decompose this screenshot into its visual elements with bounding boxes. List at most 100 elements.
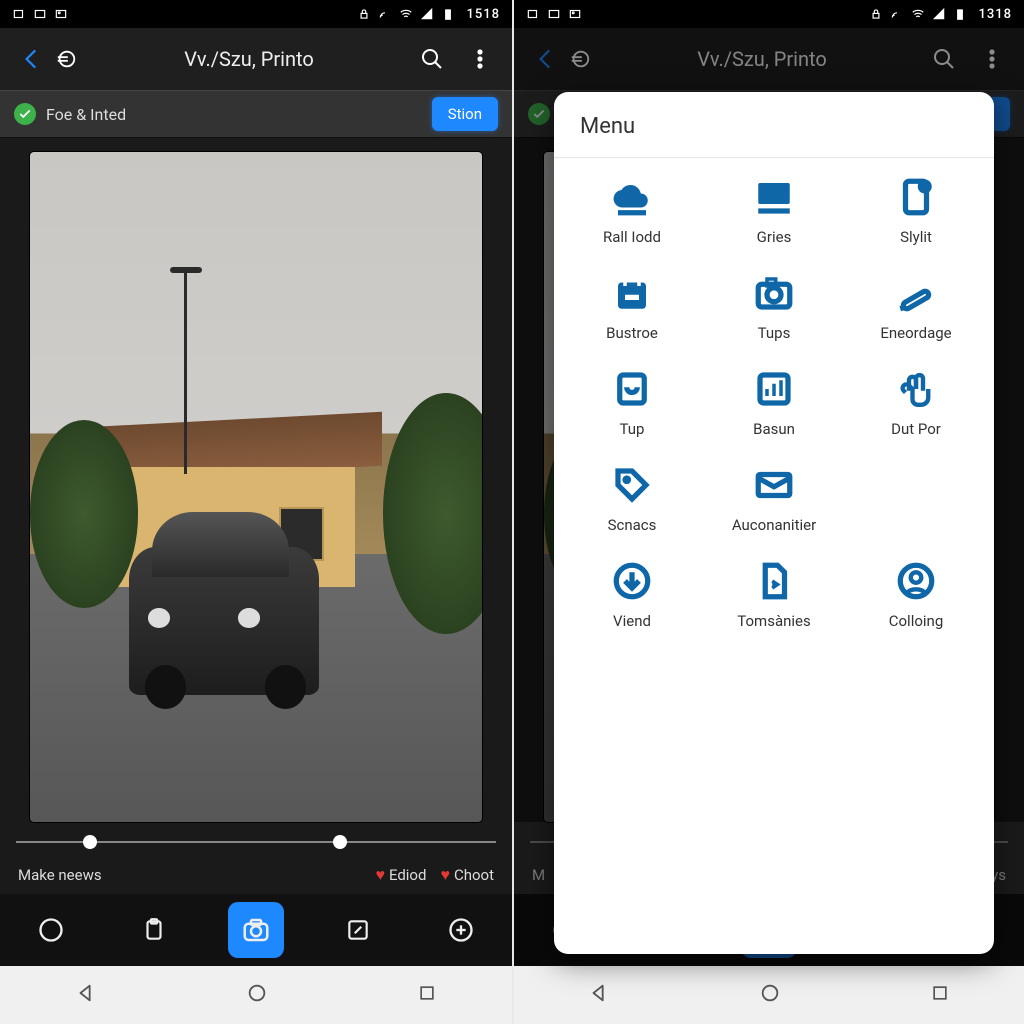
chart-icon (753, 368, 795, 410)
device-icon (895, 176, 937, 218)
currency-icon (558, 37, 602, 81)
pencil-icon (895, 272, 937, 314)
mail-icon (753, 464, 795, 506)
menu-item-Gries[interactable]: Gries (706, 176, 842, 246)
heart-icon: ♥ (440, 865, 450, 884)
nav-back[interactable] (588, 982, 610, 1008)
tag-icon (611, 464, 653, 506)
action-left[interactable]: Make neews (18, 866, 102, 884)
menu-item-Tup[interactable]: Tup (564, 368, 700, 438)
photo-viewport[interactable] (0, 138, 512, 822)
menu-item-Viend[interactable]: Viend (564, 560, 700, 630)
menu-item-label: Eneordage (880, 324, 951, 342)
image-icon (568, 7, 582, 21)
overflow-button[interactable] (970, 37, 1014, 81)
slider-thumb-right[interactable] (333, 835, 347, 849)
search-button[interactable] (922, 37, 966, 81)
box-u-icon (611, 368, 653, 410)
app-bar: Vv./Szu, Printo (514, 28, 1024, 90)
menu-item-label: Basun (753, 420, 795, 438)
menu-item-label: Bustroe (606, 324, 658, 342)
slider[interactable] (0, 822, 512, 862)
nav-home[interactable] (759, 982, 781, 1008)
clock: 1318 (978, 7, 1012, 22)
calendar-icon (611, 272, 653, 314)
sim-icon (12, 7, 26, 21)
page-title: Vv./Szu, Printo (606, 47, 918, 71)
menu-item-Colloing[interactable]: Colloing (848, 560, 984, 630)
menu-item-Tups[interactable]: Tups (706, 272, 842, 342)
status-bar: 1518 (0, 0, 512, 28)
tab-edit[interactable] (330, 902, 386, 958)
window-icon (547, 7, 561, 21)
system-nav (514, 966, 1024, 1024)
menu-item-label: Scnacs (608, 516, 657, 534)
sim-icon (526, 7, 540, 21)
action-mid[interactable]: ♥Ediod (375, 865, 426, 885)
menu-item-Dut Por[interactable]: Dut Por (848, 368, 984, 438)
app-bar: Vv./Szu, Printo (0, 28, 512, 90)
menu-item-label: Slylit (900, 228, 932, 246)
menu-item-label: Auconanitier (732, 516, 816, 534)
tab-add[interactable] (433, 902, 489, 958)
tab-docs[interactable] (126, 902, 182, 958)
battery-icon (953, 7, 967, 21)
action-row: Make neews ♥Ediod ♥Choot (0, 862, 512, 894)
cloud-icon (611, 176, 653, 218)
wifi-icon (911, 7, 925, 21)
status-bar: 1318 (514, 0, 1024, 28)
menu-title: Menu (554, 92, 994, 158)
menu-item-Bustroe[interactable]: Bustroe (564, 272, 700, 342)
window-icon (33, 7, 47, 21)
tab-bar (0, 894, 512, 966)
cast-icon (890, 7, 904, 21)
nav-back[interactable] (75, 982, 97, 1008)
lock-icon (357, 7, 371, 21)
currency-icon (44, 37, 88, 81)
menu-item-Scnacs[interactable]: Scnacs (564, 464, 700, 534)
status-row: Foe & Inted Stion (0, 90, 512, 138)
overflow-button[interactable] (458, 37, 502, 81)
menu-item-label: Tomsànies (737, 612, 810, 630)
hand-icon (895, 368, 937, 410)
phone-left: 1518 Vv./Szu, Printo Foe & Inted Stion M… (0, 0, 512, 1024)
menu-item-label: Colloing (889, 612, 944, 630)
menu-item-Slylit[interactable]: Slylit (848, 176, 984, 246)
tab-chat[interactable] (23, 902, 79, 958)
wifi-icon (399, 7, 413, 21)
menu-item-Auconanitier[interactable]: Auconanitier (706, 464, 842, 534)
lock-icon (869, 7, 883, 21)
action-right[interactable]: ♥Choot (440, 865, 494, 885)
menu-item-Basun[interactable]: Basun (706, 368, 842, 438)
menu-item-label: Tup (620, 420, 645, 438)
menu-item-Rall Iodd[interactable]: Rall Iodd (564, 176, 700, 246)
nav-home[interactable] (246, 982, 268, 1008)
camera-icon (753, 272, 795, 314)
file-icon (753, 560, 795, 602)
check-icon (14, 103, 36, 125)
nav-recent[interactable] (417, 983, 437, 1007)
phone-right: 1318 Vv./Szu, Printo Foe & Inted Stion (512, 0, 1024, 1024)
page-title: Vv./Szu, Printo (92, 47, 406, 71)
menu-item-label: Viend (613, 612, 651, 630)
action-button[interactable]: Stion (432, 97, 498, 131)
tab-camera[interactable] (228, 902, 284, 958)
battery-icon (441, 7, 455, 21)
nav-recent[interactable] (930, 983, 950, 1007)
menu-item-Tomsànies[interactable]: Tomsànies (706, 560, 842, 630)
menu-item-label: Tups (758, 324, 791, 342)
status-label: Foe & Inted (46, 105, 422, 124)
cast-icon (378, 7, 392, 21)
menu-item-Eneordage[interactable]: Eneordage (848, 272, 984, 342)
slider-thumb-left[interactable] (83, 835, 97, 849)
heart-icon: ♥ (375, 865, 385, 884)
menu-panel: Menu Rall IoddGries Slylit Bustroe Tups Eneo… (554, 92, 994, 954)
person-icon (895, 560, 937, 602)
search-button[interactable] (410, 37, 454, 81)
photo (30, 152, 482, 822)
signal-icon (420, 7, 434, 21)
menu-grid: Rall IoddGries Slylit Bustroe Tups Eneordage… (554, 158, 994, 640)
system-nav (0, 966, 512, 1024)
action-left: M (532, 866, 545, 884)
download-icon (611, 560, 653, 602)
